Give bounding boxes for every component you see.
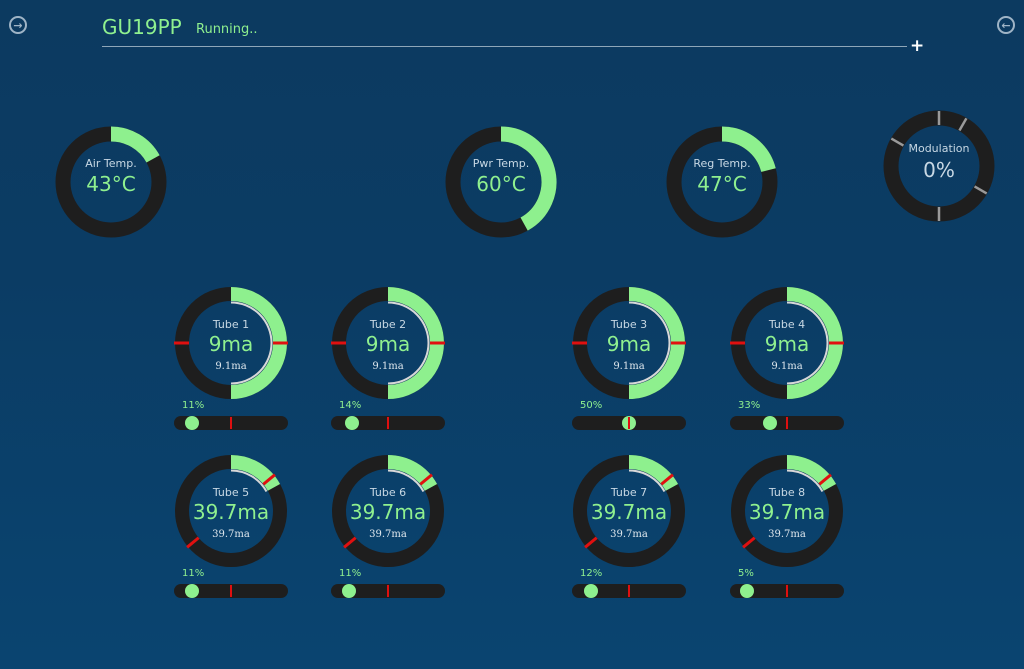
gauge-value: 60°C xyxy=(476,172,526,196)
tube-percent: 11% xyxy=(182,400,205,411)
tube-gauge: Tube 8 39.7ma 39.7ma xyxy=(730,454,844,568)
slider-limit-marker xyxy=(628,585,630,597)
tube-value: 9ma xyxy=(764,332,810,356)
tube-percent: 14% xyxy=(339,400,362,411)
tube-sub-value: 9.1ma xyxy=(372,361,404,372)
tube-percent: 11% xyxy=(182,568,205,579)
tube-label: Tube 5 xyxy=(212,486,250,499)
gauge-label: Reg Temp. xyxy=(693,157,751,170)
tube-value: 39.7ma xyxy=(590,500,668,524)
tube-fill xyxy=(387,455,438,492)
slider-knob[interactable] xyxy=(185,416,199,430)
arrow-right-circle-icon[interactable]: → xyxy=(9,16,27,34)
tube-slider[interactable] xyxy=(572,416,686,430)
tube-value: 39.7ma xyxy=(192,500,270,524)
gauge-value: 43°C xyxy=(86,172,136,196)
gauge-fill xyxy=(110,126,160,163)
tube-percent: 12% xyxy=(580,568,603,579)
gauge-value: 47°C xyxy=(697,172,747,196)
tube-sub-value: 39.7ma xyxy=(768,529,806,540)
tube-label: Tube 6 xyxy=(369,486,407,499)
header-divider xyxy=(102,46,907,47)
tube-value: 39.7ma xyxy=(748,500,826,524)
tube-label: Tube 1 xyxy=(212,318,250,331)
tube-label: Tube 4 xyxy=(768,318,806,331)
tube-slider[interactable] xyxy=(572,584,686,598)
tube-slider[interactable] xyxy=(331,416,445,430)
slider-limit-marker xyxy=(628,417,630,429)
gauge-value: 0% xyxy=(923,158,955,182)
device-title: GU19PP xyxy=(102,15,182,39)
tube-sub-value: 9.1ma xyxy=(215,361,247,372)
reg-temp-gauge: Reg Temp. 47°C xyxy=(664,124,780,240)
pwr-temp-gauge: Pwr Temp. 60°C xyxy=(443,124,559,240)
tube-value: 9ma xyxy=(365,332,411,356)
arrow-left-circle-icon[interactable]: ← xyxy=(997,16,1015,34)
tube-fill xyxy=(628,455,679,492)
gauge-label: Pwr Temp. xyxy=(472,157,530,170)
slider-limit-marker xyxy=(387,417,389,429)
tube-gauge: Tube 3 9ma 9.1ma xyxy=(572,286,686,400)
plus-icon[interactable]: + xyxy=(910,36,924,56)
tube-gauge: Tube 2 9ma 9.1ma xyxy=(331,286,445,400)
tube-value: 9ma xyxy=(208,332,254,356)
slider-limit-marker xyxy=(230,417,232,429)
tube-gauge: Tube 4 9ma 9.1ma xyxy=(730,286,844,400)
tube-percent: 33% xyxy=(738,400,761,411)
slider-limit-marker xyxy=(230,585,232,597)
slider-limit-marker xyxy=(387,585,389,597)
slider-limit-marker xyxy=(786,417,788,429)
tube-label: Tube 8 xyxy=(768,486,806,499)
status-text: Running.. xyxy=(196,22,258,37)
tube-fill xyxy=(230,455,281,492)
tube-label: Tube 3 xyxy=(610,318,648,331)
tube-label: Tube 7 xyxy=(610,486,648,499)
tube-percent: 50% xyxy=(580,400,603,411)
tube-sub-value: 39.7ma xyxy=(212,529,250,540)
slider-knob[interactable] xyxy=(740,584,754,598)
tube-slider[interactable] xyxy=(331,584,445,598)
tube-fill xyxy=(786,455,837,492)
tube-gauge: Tube 1 9ma 9.1ma xyxy=(174,286,288,400)
tube-sub-value: 9.1ma xyxy=(771,361,803,372)
tube-slider[interactable] xyxy=(730,416,844,430)
slider-knob[interactable] xyxy=(345,416,359,430)
tube-slider[interactable] xyxy=(174,416,288,430)
gauge-label: Modulation xyxy=(908,142,970,155)
slider-knob[interactable] xyxy=(185,584,199,598)
tube-sub-value: 9.1ma xyxy=(613,361,645,372)
slider-limit-marker xyxy=(786,585,788,597)
slider-knob[interactable] xyxy=(763,416,777,430)
gauge-label: Air Temp. xyxy=(85,157,137,170)
tube-gauge: Tube 7 39.7ma 39.7ma xyxy=(572,454,686,568)
tube-value: 9ma xyxy=(606,332,652,356)
tube-sub-value: 39.7ma xyxy=(369,529,407,540)
tube-sub-value: 39.7ma xyxy=(610,529,648,540)
tube-value: 39.7ma xyxy=(349,500,427,524)
tube-label: Tube 2 xyxy=(369,318,407,331)
slider-knob[interactable] xyxy=(342,584,356,598)
slider-knob[interactable] xyxy=(584,584,598,598)
tube-gauge: Tube 5 39.7ma 39.7ma xyxy=(174,454,288,568)
air-temp-gauge: Air Temp. 43°C xyxy=(53,124,169,240)
tube-percent: 11% xyxy=(339,568,362,579)
tube-gauge: Tube 6 39.7ma 39.7ma xyxy=(331,454,445,568)
tube-slider[interactable] xyxy=(174,584,288,598)
tube-percent: 5% xyxy=(738,568,754,579)
modulation-gauge: Modulation 0% xyxy=(881,108,997,224)
tube-slider[interactable] xyxy=(730,584,844,598)
